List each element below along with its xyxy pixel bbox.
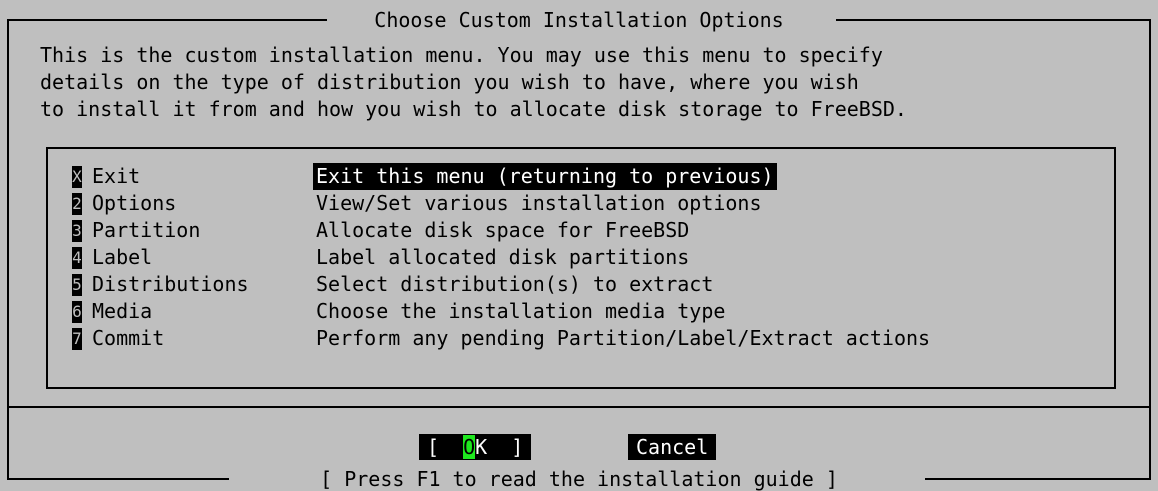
description-line-2: details on the type of distribution you … xyxy=(40,70,859,94)
hotkey-label: 4 xyxy=(72,246,82,269)
menu-item-commit[interactable]: 7 Commit Perform any pending Partition/L… xyxy=(72,325,930,352)
hotkey-exit: X xyxy=(72,165,82,188)
menu-item-name: Partition xyxy=(92,218,201,242)
menu-item-partition[interactable]: 3 Partition Allocate disk space for Free… xyxy=(72,217,930,244)
custom-installation-dialog: Choose Custom Installation Options This … xyxy=(0,0,1158,491)
menu-item-name: Commit xyxy=(92,326,165,350)
hotkey-options: 2 xyxy=(72,192,82,215)
menu-item-desc: Label allocated disk partitions xyxy=(316,245,690,269)
frame-left xyxy=(7,19,9,479)
menu-item-desc: Perform any pending Partition/Label/Extr… xyxy=(316,326,931,350)
menu-item-options[interactable]: 2 Options View/Set various installation … xyxy=(72,190,930,217)
terminal-screen: Choose Custom Installation Options This … xyxy=(0,0,1158,491)
ok-button-prefix: [ xyxy=(427,435,464,459)
menu-item-label[interactable]: 4 Label Label allocated disk partitions xyxy=(72,244,930,271)
hotkey-commit: 7 xyxy=(72,327,82,350)
menu-item-desc: Select distribution(s) to extract xyxy=(316,272,714,296)
help-footer-text: [ Press F1 to read the installation guid… xyxy=(318,467,840,491)
menu-item-name: Options xyxy=(92,191,177,215)
dialog-title: Choose Custom Installation Options xyxy=(0,8,1158,32)
menu-item-name: Label xyxy=(92,245,153,269)
menu-item-name: Media xyxy=(92,299,153,323)
menu-item-desc: Choose the installation media type xyxy=(316,299,726,323)
menu-box: X Exit Exit this menu (returning to prev… xyxy=(46,147,1116,389)
menu-item-distributions[interactable]: 5 Distributions Select distribution(s) t… xyxy=(72,271,930,298)
button-bar: [ OK ] Cancel xyxy=(0,434,1158,460)
hotkey-media: 6 xyxy=(72,300,82,323)
ok-button[interactable]: [ OK ] xyxy=(419,434,532,460)
menu-item-name: Distributions xyxy=(92,272,249,296)
description-line-1: This is the custom installation menu. Yo… xyxy=(40,43,883,67)
ok-button-accelerator: O xyxy=(463,435,476,459)
dialog-title-text: Choose Custom Installation Options xyxy=(364,8,794,32)
menu-item-media[interactable]: 6 Media Choose the installation media ty… xyxy=(72,298,930,325)
ok-button-rest: K ] xyxy=(475,435,524,459)
hotkey-distributions: 5 xyxy=(72,273,82,296)
help-footer: [ Press F1 to read the installation guid… xyxy=(0,467,1158,491)
menu-item-desc-selected: Exit this menu (returning to previous) xyxy=(313,163,777,190)
frame-right xyxy=(1149,19,1151,479)
cancel-button[interactable]: Cancel xyxy=(628,434,717,460)
hotkey-partition: 3 xyxy=(72,219,82,242)
dialog-description: This is the custom installation menu. Yo… xyxy=(40,42,907,123)
menu-item-exit[interactable]: X Exit Exit this menu (returning to prev… xyxy=(72,163,930,190)
menu-list: X Exit Exit this menu (returning to prev… xyxy=(72,163,930,352)
menu-item-name: Exit xyxy=(92,164,141,188)
button-separator xyxy=(7,406,1151,408)
description-line-3: to install it from and how you wish to a… xyxy=(40,97,907,121)
menu-item-desc: Allocate disk space for FreeBSD xyxy=(316,218,690,242)
menu-item-desc: View/Set various installation options xyxy=(316,191,762,215)
